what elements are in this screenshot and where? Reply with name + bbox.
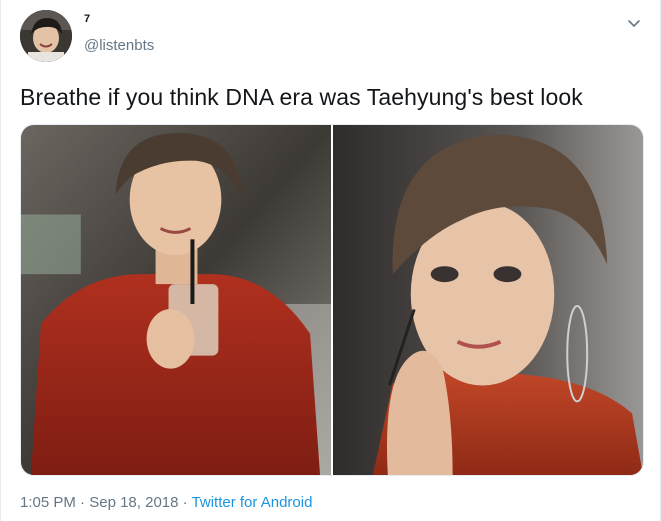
tweet-text: Breathe if you think DNA era was Taehyun…	[20, 84, 583, 110]
chevron-down-icon[interactable]	[625, 14, 643, 32]
display-name[interactable]: 7	[84, 13, 90, 25]
tweet-card: 7 @listenbts Breathe if you think DNA er…	[0, 0, 661, 521]
photo-2[interactable]	[333, 125, 643, 475]
media-grid	[20, 124, 644, 476]
photo-1[interactable]	[21, 125, 331, 475]
meta-separator: ·	[75, 494, 90, 511]
tweet-time[interactable]: 1:05 PM	[20, 494, 76, 511]
avatar[interactable]	[20, 10, 72, 62]
tweet-source-link[interactable]: Twitter for Android	[192, 494, 313, 511]
user-handle[interactable]: @listenbts	[84, 37, 154, 54]
tweet-date[interactable]: Sep 18, 2018	[89, 494, 178, 511]
meta-separator-2: ·	[178, 494, 192, 511]
tweet-metadata: 1:05 PM · Sep 18, 2018 · Twitter for And…	[20, 494, 312, 511]
